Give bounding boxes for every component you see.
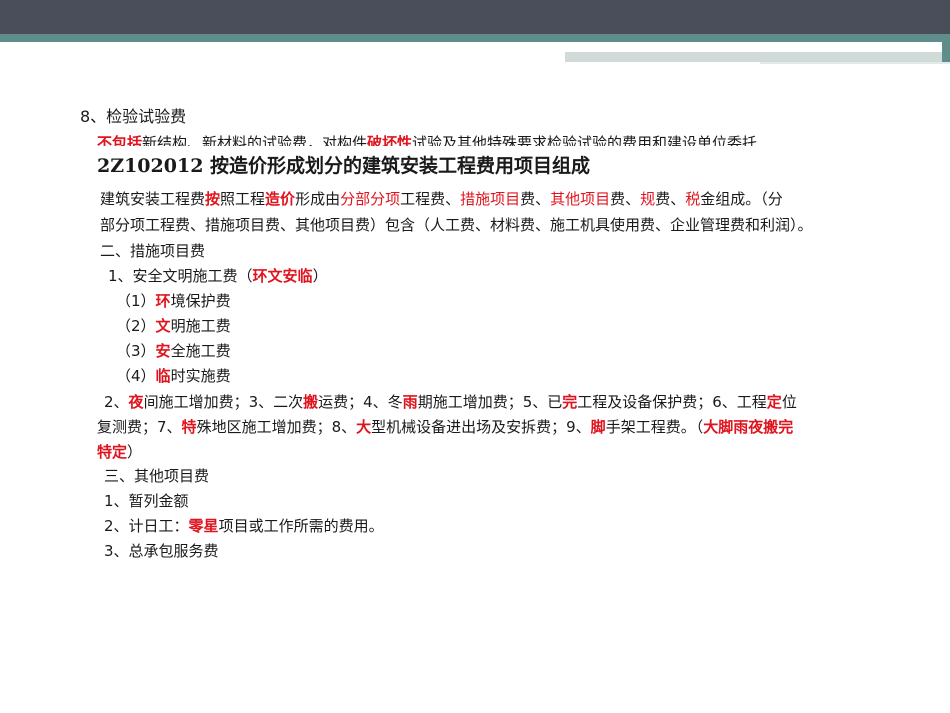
item2-red: 雨 xyxy=(402,393,418,411)
intro-red: 按 xyxy=(205,190,221,208)
item2-text: 复测费；7、 xyxy=(97,418,182,436)
intro-red: 其他项目 xyxy=(550,190,611,208)
intro-red: 税 xyxy=(685,190,701,208)
old-line-text-b: 试验及其他特殊要求检验试验的费用和建设单位委托 xyxy=(412,134,758,146)
intro-text: 形成由 xyxy=(295,190,341,208)
others-item-2-text: 2、计日工： xyxy=(104,517,189,535)
sub-text: 时实施费 xyxy=(170,367,231,385)
measures-item-2-line-3: 特定） xyxy=(97,442,142,462)
item2-red: 搬 xyxy=(303,393,319,411)
intro-text: 费、 xyxy=(655,190,686,208)
measures-item-1-red: 环文安临 xyxy=(252,267,313,285)
old-line-red2: 破坏性 xyxy=(367,134,413,146)
intro-red: 造价 xyxy=(265,190,296,208)
intro-red: 措施项目 xyxy=(460,190,521,208)
item2-red: 脚 xyxy=(590,418,606,436)
sub-text: 明施工费 xyxy=(170,317,231,335)
intro-red: 分部分项 xyxy=(340,190,401,208)
sub-num: （1） xyxy=(116,292,156,310)
item2-red: 定 xyxy=(766,393,782,411)
intro-text: 照工程 xyxy=(220,190,266,208)
header-teal-band xyxy=(0,34,950,42)
sub-red: 环 xyxy=(155,292,171,310)
others-item-2: 2、计日工：零星项目或工作所需的费用。 xyxy=(104,516,384,536)
item2-text: 殊地区施工增加费；8、 xyxy=(196,418,357,436)
item2-text: 2、 xyxy=(104,393,129,411)
measures-item-1: 1、安全文明施工费（环文安临） xyxy=(108,266,328,286)
sub-num: （2） xyxy=(116,317,156,335)
item2-red: 夜 xyxy=(128,393,144,411)
intro-text: 工程费、 xyxy=(400,190,461,208)
intro-text: 金组成。（分 xyxy=(700,190,783,208)
header-accent-strip xyxy=(565,52,950,62)
item2-text: 工程及设备保护费；6、工程 xyxy=(577,393,767,411)
section-title: 2Z102012 按造价形成划分的建筑安装工程费用项目组成 xyxy=(97,155,591,177)
measures-sub-1: （1）环境保护费 xyxy=(116,291,231,311)
old-slide-line: 不包括新结构、新材料的试验费，对构件破坏性试验及其他特殊要求检验试验的费用和建设… xyxy=(97,133,757,146)
item2-text: 型机械设备进出场及安拆费；9、 xyxy=(371,418,591,436)
header-accent-underline xyxy=(760,62,950,64)
intro-text: 费、 xyxy=(520,190,551,208)
sub-num: （3） xyxy=(116,342,156,360)
measures-item-2-line-1: 2、夜间施工增加费；3、二次搬运费；4、冬雨期施工增加费；5、已完工程及设备保护… xyxy=(104,392,797,412)
measures-item-1-text: ） xyxy=(312,267,328,285)
old-line-text-a: 新结构、新材料的试验费，对构件 xyxy=(142,134,368,146)
intro-text: 费、 xyxy=(610,190,641,208)
sub-red: 文 xyxy=(155,317,171,335)
intro-red: 规 xyxy=(640,190,656,208)
others-item-2-red: 零星 xyxy=(188,517,219,535)
intro-line-2: 部分项工程费、措施项目费、其他项目费）包含（人工费、材料费、施工机具使用费、企业… xyxy=(100,216,813,234)
measures-heading: 二、措施项目费 xyxy=(100,242,206,260)
item2-text: 手架工程费。（ xyxy=(605,418,704,436)
others-heading: 三、其他项目费 xyxy=(104,467,210,485)
item2-red: 特定 xyxy=(97,443,128,461)
header-dark-band xyxy=(0,0,950,34)
item2-text: 运费；4、冬 xyxy=(318,393,403,411)
item2-red: 完 xyxy=(562,393,578,411)
old-slide-heading: 8、检验试验费 xyxy=(80,107,187,126)
others-item-2-text: 项目或工作所需的费用。 xyxy=(218,517,384,535)
item2-red: 大脚雨夜搬完 xyxy=(703,418,794,436)
sub-text: 全施工费 xyxy=(170,342,231,360)
measures-item-1-text: 1、安全文明施工费（ xyxy=(108,267,253,285)
item2-text: ） xyxy=(127,443,143,461)
intro-text: 建筑安装工程费 xyxy=(100,190,206,208)
header-accent-corner xyxy=(942,42,950,64)
sub-num: （4） xyxy=(116,367,156,385)
header-accent-line xyxy=(820,47,950,49)
others-item-3: 3、总承包服务费 xyxy=(104,542,219,560)
others-item-1: 1、暂列金额 xyxy=(104,492,189,510)
measures-item-2-line-2: 复测费；7、特殊地区施工增加费；8、大型机械设备进出场及安拆费；9、脚手架工程费… xyxy=(97,417,793,437)
measures-sub-4: （4）临时实施费 xyxy=(116,366,231,386)
item2-text: 位 xyxy=(781,393,797,411)
old-line-red: 不包括 xyxy=(97,134,143,146)
item2-text: 间施工增加费；3、二次 xyxy=(143,393,304,411)
sub-red: 临 xyxy=(155,367,171,385)
measures-sub-2: （2）文明施工费 xyxy=(116,316,231,336)
item2-text: 期施工增加费；5、已 xyxy=(417,393,563,411)
sub-red: 安 xyxy=(155,342,171,360)
intro-line-1: 建筑安装工程费按照工程造价形成由分部分项工程费、措施项目费、其他项目费、规费、税… xyxy=(100,189,783,209)
measures-sub-3: （3）安全施工费 xyxy=(116,341,231,361)
sub-text: 境保护费 xyxy=(170,292,231,310)
item2-red: 特 xyxy=(181,418,197,436)
item2-red: 大 xyxy=(356,418,372,436)
